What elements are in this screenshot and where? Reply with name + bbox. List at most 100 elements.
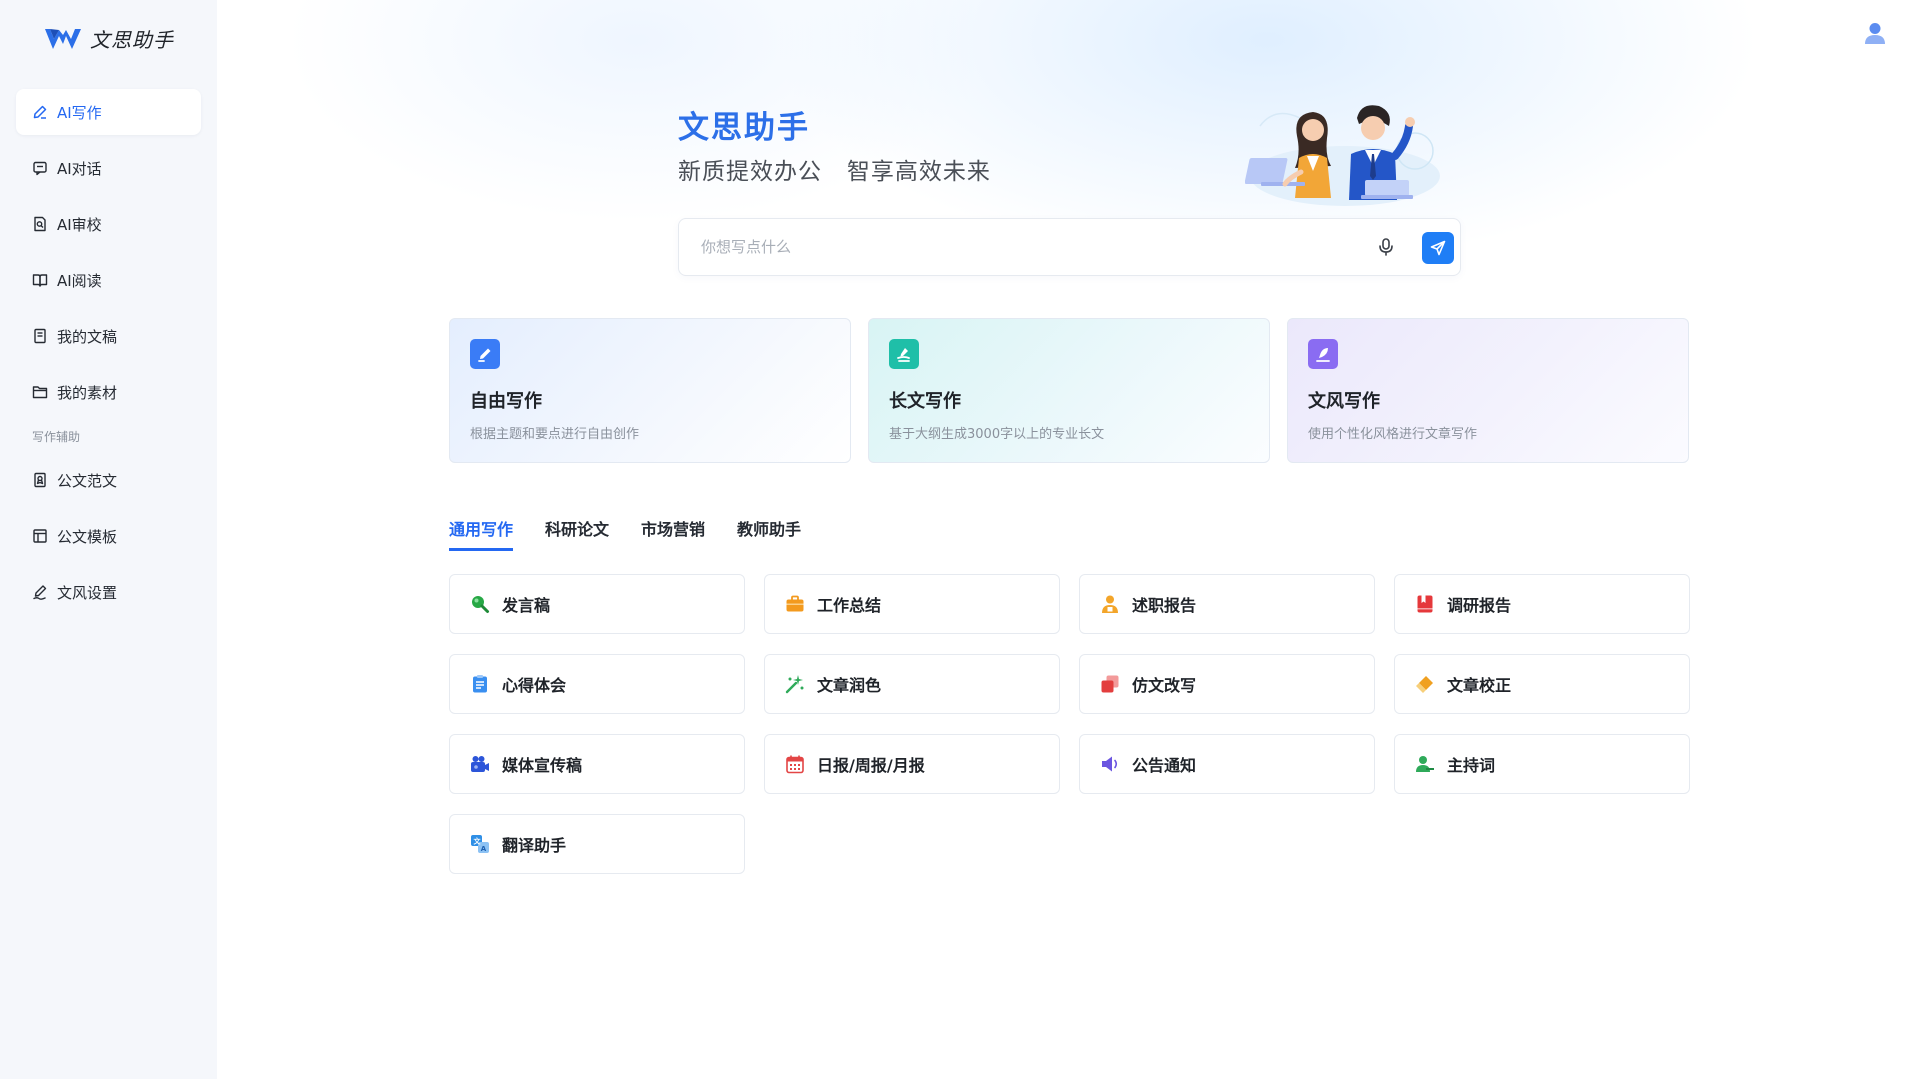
template-speech[interactable]: 发言稿	[449, 574, 745, 634]
sidebar-item-label: 公文范文	[57, 471, 118, 490]
app-name: 文思助手	[90, 28, 174, 52]
card-free-writing[interactable]: 自由写作 根据主题和要点进行自由创作	[449, 318, 851, 463]
template-proofreading[interactable]: 文章校正	[1394, 654, 1690, 714]
folder-icon	[32, 386, 48, 399]
host-icon	[1416, 756, 1434, 772]
tab-research-papers[interactable]: 科研论文	[545, 516, 609, 551]
sidebar-item-label: AI对话	[57, 159, 102, 178]
logo-w-icon	[45, 28, 81, 49]
template-label: 媒体宣传稿	[502, 756, 583, 775]
sidebar-item-label: 公文模板	[57, 527, 118, 546]
card-style-writing[interactable]: 文风写作 使用个性化风格进行文章写作	[1287, 318, 1689, 463]
person-report-icon	[1102, 595, 1118, 613]
sidebar-item-style-settings[interactable]: 文风设置	[16, 569, 201, 615]
edit-square-icon	[470, 339, 500, 369]
quill-icon	[1308, 339, 1338, 369]
tab-general-writing[interactable]: 通用写作	[449, 516, 514, 551]
microphone-icon	[1379, 238, 1393, 256]
card-title: 自由写作	[470, 391, 542, 412]
template-polish[interactable]: 文章润色	[764, 654, 1060, 714]
card-title: 文风写作	[1308, 391, 1380, 412]
template-reflections[interactable]: 心得体会	[449, 654, 745, 714]
template-translation[interactable]: 文 A 翻译助手	[449, 814, 745, 874]
template-announcement[interactable]: 公告通知	[1079, 734, 1375, 794]
template-daily-weekly-monthly[interactable]: 日报/周报/月报	[764, 734, 1060, 794]
feature-cards: 自由写作 根据主题和要点进行自由创作 长文写作 基于大纲生成3000字以上的专业…	[449, 318, 1689, 463]
document-icon	[34, 328, 46, 344]
eraser-icon	[1416, 676, 1433, 693]
category-tabs: 通用写作 科研论文 市场营销 教师助手	[449, 516, 801, 551]
sidebar-item-ai-writing[interactable]: AI写作	[16, 89, 201, 135]
office-workers-illustration	[1245, 105, 1440, 206]
template-research-report[interactable]: 调研报告	[1394, 574, 1690, 634]
card-description: 基于大纲生成3000字以上的专业长文	[889, 427, 1105, 442]
template-imitation-rewrite[interactable]: 仿文改写	[1079, 654, 1375, 714]
clipboard-icon	[473, 675, 487, 693]
translate-icon: 文 A	[471, 835, 489, 853]
template-duty-report[interactable]: 述职报告	[1079, 574, 1375, 634]
copy-icon	[1101, 675, 1119, 693]
template-label: 述职报告	[1132, 596, 1197, 615]
card-title: 长文写作	[889, 391, 961, 412]
template-grid: 发言稿 工作总结 述职报告 调研报告 心得体会 文章润色 仿文改写 文章校正 媒…	[449, 574, 1690, 874]
sidebar-item-label: AI阅读	[57, 271, 102, 290]
user-icon	[1865, 23, 1885, 44]
user-avatar[interactable]	[1862, 20, 1888, 46]
bookmark-report-icon	[1417, 595, 1433, 613]
sidebar-item-my-drafts[interactable]: 我的文稿	[16, 313, 201, 359]
page-title: 文思助手	[678, 110, 810, 146]
template-label: 调研报告	[1447, 596, 1512, 615]
speaker-icon	[1102, 756, 1118, 772]
template-work-summary[interactable]: 工作总结	[764, 574, 1060, 634]
briefcase-icon	[786, 595, 804, 612]
sparkle-icon	[785, 675, 804, 694]
app-logo[interactable]: 文思助手	[44, 24, 174, 53]
template-host-script[interactable]: 主持词	[1394, 734, 1690, 794]
card-long-writing[interactable]: 长文写作 基于大纲生成3000字以上的专业长文	[868, 318, 1270, 463]
sidebar-item-label: 文风设置	[57, 583, 118, 602]
long-text-icon	[889, 339, 919, 369]
template-label: 翻译助手	[502, 836, 567, 855]
sidebar-item-label: AI审校	[57, 215, 102, 234]
sidebar-item-label: 我的文稿	[57, 327, 118, 346]
voice-input-button[interactable]	[1374, 235, 1398, 259]
sidebar-item-my-materials[interactable]: 我的素材	[16, 369, 201, 415]
camera-icon	[471, 756, 489, 772]
card-description: 使用个性化风格进行文章写作	[1308, 427, 1478, 442]
bookmark-doc-icon	[34, 472, 46, 488]
sidebar-item-official-samples[interactable]: 公文范文	[16, 457, 201, 503]
card-description: 根据主题和要点进行自由创作	[470, 427, 640, 442]
proofread-icon	[34, 216, 46, 232]
microphone-search-icon	[472, 596, 489, 613]
template-label: 文章润色	[817, 676, 882, 695]
sidebar-item-label: AI写作	[57, 103, 102, 122]
sidebar-item-official-templates[interactable]: 公文模板	[16, 513, 201, 559]
sidebar-item-label: 我的素材	[57, 383, 118, 402]
template-label: 主持词	[1447, 756, 1496, 775]
tab-marketing[interactable]: 市场营销	[641, 516, 705, 551]
main-content: 文思助手 新质提效办公 智享高效未来 你想写点什么 自由写作 根据主题和要点进行…	[217, 0, 1920, 1079]
tab-teacher-assistant[interactable]: 教师助手	[737, 516, 801, 551]
signature-icon	[33, 585, 47, 600]
page-subtitle: 新质提效办公 智享高效未来	[678, 159, 991, 185]
template-icon	[33, 529, 47, 543]
svg-text:A: A	[481, 845, 487, 853]
template-label: 发言稿	[502, 596, 551, 615]
sidebar-section-title: 写作辅助	[32, 429, 81, 444]
sidebar-item-ai-chat[interactable]: AI对话	[16, 145, 201, 191]
send-button[interactable]	[1422, 232, 1454, 264]
pen-icon	[33, 105, 47, 119]
template-label: 心得体会	[502, 676, 567, 695]
prompt-input[interactable]	[701, 219, 1341, 275]
template-label: 仿文改写	[1132, 676, 1197, 695]
chat-icon	[33, 161, 47, 176]
sidebar: 文思助手 AI写作 AI对话 AI审校 AI阅读 我的文稿 我的素材 写作辅助 …	[0, 0, 217, 1079]
book-icon	[32, 274, 48, 287]
send-icon	[1430, 240, 1446, 256]
sidebar-item-ai-reading[interactable]: AI阅读	[16, 257, 201, 303]
template-label: 日报/周报/月报	[817, 756, 925, 775]
sidebar-nav: AI写作 AI对话 AI审校 AI阅读 我的文稿 我的素材 写作辅助 公文范文 …	[16, 89, 201, 625]
template-label: 公告通知	[1132, 756, 1197, 775]
template-media-press[interactable]: 媒体宣传稿	[449, 734, 745, 794]
sidebar-item-ai-proofread[interactable]: AI审校	[16, 201, 201, 247]
